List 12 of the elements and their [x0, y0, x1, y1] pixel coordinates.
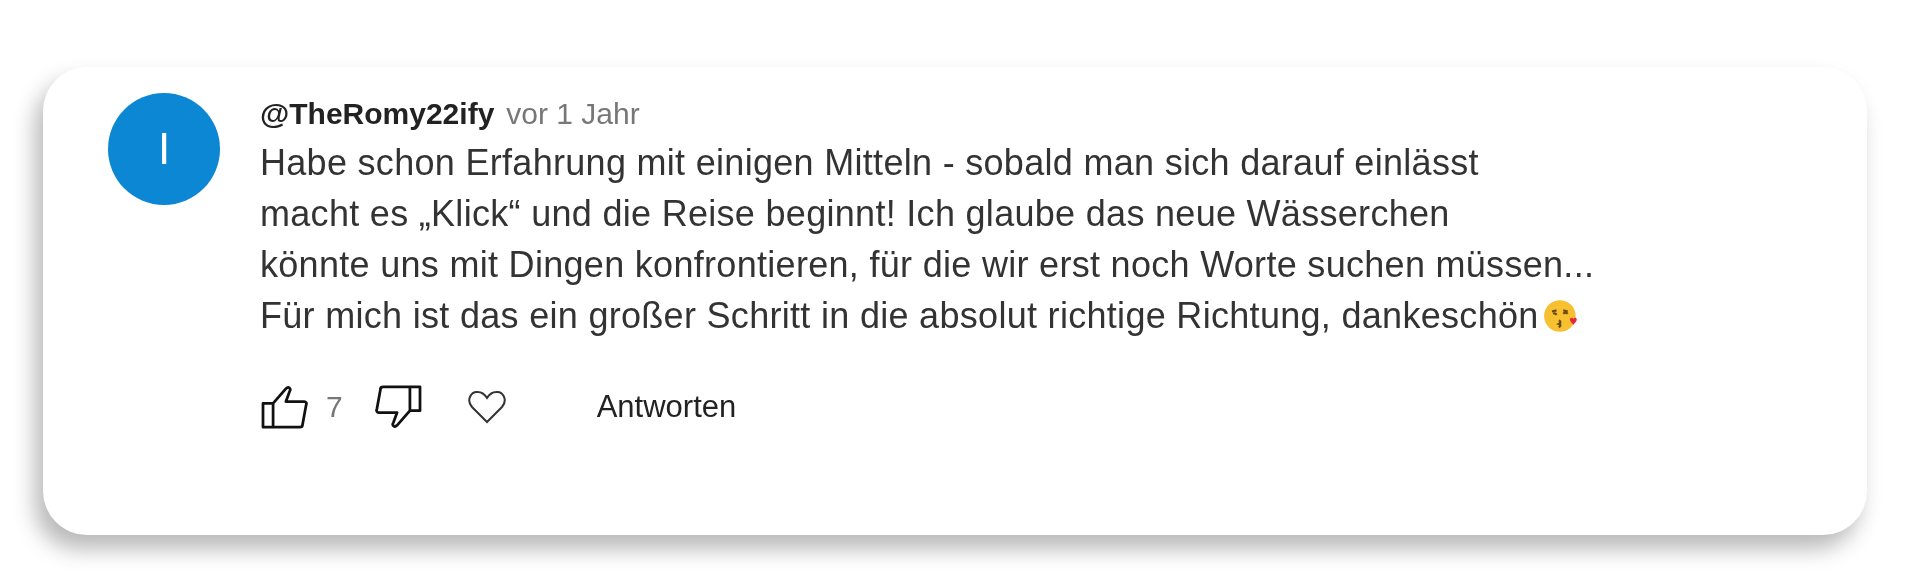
heart-icon: [466, 389, 507, 425]
like-count: 7: [326, 390, 343, 424]
thumbs-up-icon: [260, 385, 310, 429]
thumbs-down-icon: [372, 385, 423, 429]
reply-button[interactable]: Antworten: [596, 389, 737, 425]
comment-text: Habe schon Erfahrung mit einigen Mitteln - sobald man sich darauf einlässt macht es „Klick“ und die Reise beginnt! Ich glaube das neue Wässerchen könnte uns mit Dingen konfrontieren, für die wir erst noch Worte suchen müssen... Für mich ist das ein großer Schritt in die absolut richtige Richtung, dankeschön: [260, 141, 1595, 338]
heart-button[interactable]: [466, 389, 507, 425]
avatar[interactable]: I: [108, 93, 220, 205]
dislike-button[interactable]: [372, 385, 423, 429]
like-button[interactable]: [260, 385, 310, 429]
comment-time[interactable]: vor 1 Jahr: [506, 97, 640, 131]
author-name[interactable]: @TheRomy22ify: [260, 97, 495, 131]
